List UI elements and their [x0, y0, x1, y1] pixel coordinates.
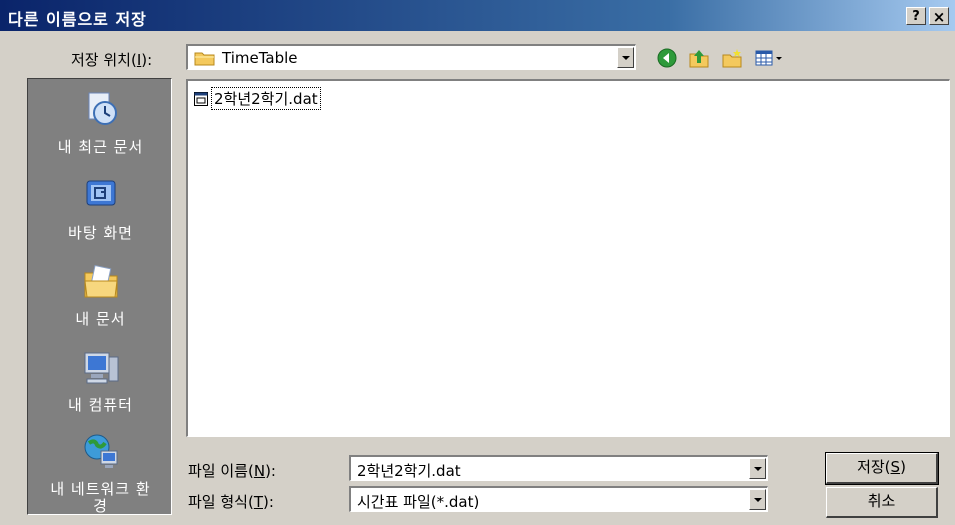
view-menu-icon[interactable]: [754, 47, 788, 69]
new-folder-icon[interactable]: [721, 47, 743, 69]
filename-value: 2학년2학기.dat: [357, 462, 461, 480]
desktop-icon: [86, 180, 115, 206]
close-button[interactable]: ×: [929, 7, 949, 26]
place-label: 내 최근 문서: [57, 138, 144, 156]
location-value: TimeTable: [222, 49, 298, 67]
place-label: 내 문서: [75, 310, 126, 328]
my-documents-icon: [83, 264, 118, 298]
place-network[interactable]: 내 네트워크 환경: [28, 431, 173, 515]
filename-field[interactable]: 2학년2학기.dat: [349, 455, 768, 481]
location-dropdown-button[interactable]: [617, 47, 634, 68]
network-places-icon: [84, 434, 117, 468]
filetype-value: 시간표 파일(*.dat): [357, 493, 480, 511]
list-item[interactable]: 2학년2학기.dat: [194, 87, 321, 110]
back-icon[interactable]: [656, 47, 678, 69]
data-file-icon: [194, 91, 208, 106]
save-button[interactable]: 저장(S): [825, 452, 939, 485]
filetype-dropdown-button[interactable]: [749, 489, 766, 510]
file-name: 2학년2학기.dat: [211, 87, 321, 110]
place-recent-documents[interactable]: 내 최근 문서: [28, 89, 173, 156]
up-folder-icon[interactable]: [688, 47, 710, 69]
recent-documents-icon: [88, 92, 117, 125]
cancel-button[interactable]: 취소: [826, 487, 938, 518]
location-combo[interactable]: TimeTable: [186, 44, 636, 70]
folder-icon: [194, 52, 215, 66]
my-computer-icon: [84, 352, 118, 384]
place-desktop[interactable]: 바탕 화면: [28, 175, 173, 242]
place-label: 내 컴퓨터: [68, 396, 133, 414]
file-list[interactable]: 2학년2학기.dat: [186, 79, 950, 437]
place-label: 내 네트워크 환경: [50, 480, 151, 515]
title-bar: 다른 이름으로 저장 ? ×: [0, 0, 955, 31]
place-my-documents[interactable]: 내 문서: [28, 261, 173, 328]
place-my-computer[interactable]: 내 컴퓨터: [28, 347, 173, 414]
places-bar: 내 최근 문서 바탕 화면 내 문서 내 컴퓨터 내 네트워크 환경: [27, 78, 172, 515]
window-title: 다른 이름으로 저장: [8, 10, 147, 29]
place-label: 바탕 화면: [68, 224, 133, 242]
filename-label: 파일 이름(N):: [188, 462, 276, 480]
location-label: 저장 위치(I):: [71, 51, 153, 69]
filename-dropdown-button[interactable]: [749, 458, 766, 479]
filetype-select[interactable]: 시간표 파일(*.dat): [349, 486, 768, 512]
help-button[interactable]: ?: [906, 7, 926, 25]
filetype-label: 파일 형식(T):: [188, 493, 274, 511]
